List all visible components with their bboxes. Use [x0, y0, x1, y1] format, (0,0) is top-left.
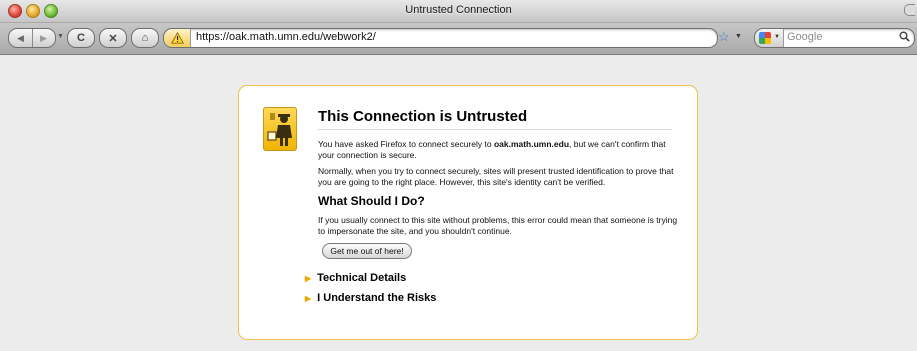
- understand-risks-expander[interactable]: ▶ I Understand the Risks: [305, 292, 436, 304]
- url-bar[interactable]: https://oak.math.umn.edu/webwork2/: [163, 28, 718, 48]
- page-content: This Connection is Untrusted You have as…: [0, 55, 917, 351]
- search-input[interactable]: Google: [787, 31, 822, 43]
- sheriff-warning-icon: [263, 107, 297, 151]
- site-identity-button[interactable]: [164, 29, 191, 47]
- star-icon[interactable]: ☆: [718, 29, 730, 45]
- forward-arrow-icon[interactable]: ▶: [32, 29, 55, 47]
- identity-explanation: Normally, when you try to connect secure…: [318, 166, 674, 187]
- google-icon: [759, 32, 771, 44]
- search-bar[interactable]: ▼ Google: [754, 28, 915, 48]
- expand-triangle-icon: ▶: [305, 273, 312, 283]
- back-forward-group: ◀ ▶: [8, 28, 56, 48]
- description-prefix: You have asked Firefox to connect secure…: [318, 139, 494, 149]
- error-title: This Connection is Untrusted: [318, 108, 672, 130]
- title-block: This Connection is Untrusted: [318, 108, 672, 130]
- magnifier-glyph: [899, 31, 910, 42]
- stop-icon[interactable]: ✕: [99, 28, 127, 48]
- advice-text: If you usually connect to this site with…: [318, 215, 678, 236]
- warning-icon: [170, 32, 184, 44]
- technical-details-label: Technical Details: [317, 272, 407, 284]
- get-me-out-button[interactable]: Get me out of here!: [322, 243, 412, 259]
- window-title: Untrusted Connection: [405, 4, 512, 16]
- search-engine-button[interactable]: ▼: [755, 29, 784, 47]
- reload-icon[interactable]: C: [67, 28, 95, 48]
- navigation-toolbar: ◀ ▶ ▼ C ✕ ⌂ https://oak.math.umn.edu/web…: [0, 23, 917, 55]
- back-arrow-icon[interactable]: ◀: [9, 29, 33, 47]
- history-dropdown-icon[interactable]: ▼: [57, 33, 64, 40]
- home-icon[interactable]: ⌂: [131, 28, 159, 48]
- url-text[interactable]: https://oak.math.umn.edu/webwork2/: [196, 31, 376, 43]
- toolbar-toggle-button[interactable]: [904, 4, 915, 16]
- expand-triangle-icon: ▶: [305, 293, 312, 303]
- what-should-i-do-heading: What Should I Do?: [318, 194, 425, 208]
- error-box: This Connection is Untrusted You have as…: [238, 85, 698, 340]
- sheriff-figure-icon: [267, 113, 292, 146]
- window-titlebar: Untrusted Connection: [0, 0, 917, 23]
- bookmark-dropdown-icon[interactable]: ▼: [735, 33, 742, 40]
- understand-risks-label: I Understand the Risks: [317, 292, 437, 304]
- engine-dropdown-icon: ▼: [774, 34, 780, 40]
- error-description: You have asked Firefox to connect secure…: [318, 139, 678, 161]
- host-name: oak.math.umn.edu: [493, 139, 570, 149]
- magnifier-icon[interactable]: [899, 31, 910, 45]
- technical-details-expander[interactable]: ▶ Technical Details: [305, 272, 406, 284]
